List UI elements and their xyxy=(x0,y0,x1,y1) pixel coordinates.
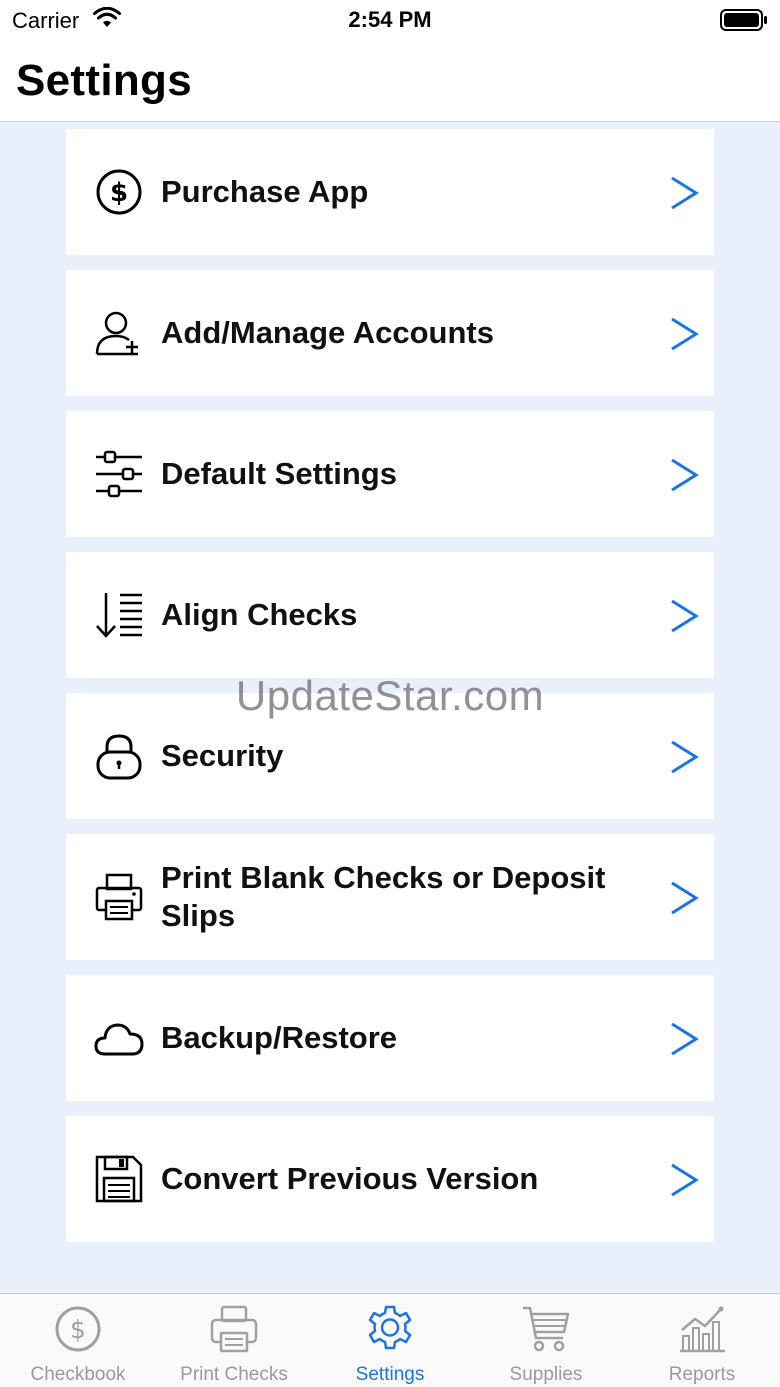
tab-label: Supplies xyxy=(509,1364,583,1385)
tab-print-checks[interactable]: Print Checks xyxy=(156,1294,312,1387)
settings-item-label: Backup/Restore xyxy=(161,1020,398,1055)
tab-bar: $ Checkbook Print Checks Settings Suppli… xyxy=(0,1293,780,1387)
chart-icon xyxy=(680,1306,725,1353)
chevron-right-icon xyxy=(671,881,699,915)
settings-item-label: Purchase App xyxy=(161,174,369,209)
svg-text:$: $ xyxy=(70,1315,86,1344)
sort-descending-icon xyxy=(96,593,142,638)
settings-item-add-manage-accounts[interactable]: Add/Manage Accounts xyxy=(66,270,714,396)
settings-item-label: Add/Manage Accounts xyxy=(161,315,494,350)
watermark-text: UpdateStar.com xyxy=(235,672,545,719)
tab-label: Reports xyxy=(668,1364,736,1385)
cloud-icon xyxy=(94,1023,144,1056)
dollar-circle-icon: $ xyxy=(55,1306,101,1352)
settings-item-convert-previous-version[interactable]: Convert Previous Version xyxy=(66,1116,714,1242)
chevron-right-icon xyxy=(671,317,699,351)
settings-item-align-checks[interactable]: Align Checks xyxy=(66,552,714,678)
settings-item-default-settings[interactable]: Default Settings xyxy=(66,411,714,537)
tab-label: Checkbook xyxy=(30,1364,126,1385)
status-time: 2:54 PM xyxy=(348,7,432,32)
tab-label: Settings xyxy=(355,1364,425,1385)
settings-item-backup-restore[interactable]: Backup/Restore xyxy=(66,975,714,1101)
svg-text:$: $ xyxy=(110,178,128,208)
tab-label: Print Checks xyxy=(180,1364,288,1385)
chevron-right-icon xyxy=(671,176,699,210)
nav-header: Settings xyxy=(0,40,780,122)
battery-icon xyxy=(720,9,767,31)
chevron-right-icon xyxy=(671,1163,699,1197)
settings-item-label: Convert Previous Version xyxy=(161,1161,539,1196)
printer-icon xyxy=(210,1305,258,1353)
printer-icon xyxy=(95,873,143,921)
add-user-icon xyxy=(95,311,138,356)
screen: Carrier 2:54 PM Settings $ Purchase App xyxy=(0,0,780,1387)
page-title: Settings xyxy=(16,56,192,105)
tab-supplies[interactable]: Supplies xyxy=(468,1294,624,1387)
settings-item-label: Default Settings xyxy=(161,456,397,491)
settings-item-label: Print Blank Checks or Deposit Slips xyxy=(161,860,606,933)
dollar-circle-icon: $ xyxy=(96,169,142,215)
tab-settings[interactable]: Settings xyxy=(312,1294,468,1387)
tab-checkbook[interactable]: $ Checkbook xyxy=(0,1294,156,1387)
settings-item-purchase-app[interactable]: $ Purchase App xyxy=(66,129,714,255)
sliders-icon xyxy=(96,450,142,498)
chevron-right-icon xyxy=(671,1022,699,1056)
settings-item-label: Align Checks xyxy=(161,597,358,632)
chevron-right-icon xyxy=(671,599,699,633)
tab-reports[interactable]: Reports xyxy=(624,1294,780,1387)
chevron-right-icon xyxy=(671,458,699,492)
gear-icon xyxy=(368,1305,412,1350)
shopping-cart-icon xyxy=(523,1306,570,1352)
status-bar: Carrier 2:54 PM xyxy=(0,0,780,40)
settings-item-print-blank-checks[interactable]: Print Blank Checks or Deposit Slips xyxy=(66,834,714,960)
floppy-disk-icon xyxy=(95,1155,143,1203)
lock-icon xyxy=(96,734,142,780)
chevron-right-icon xyxy=(671,740,699,774)
